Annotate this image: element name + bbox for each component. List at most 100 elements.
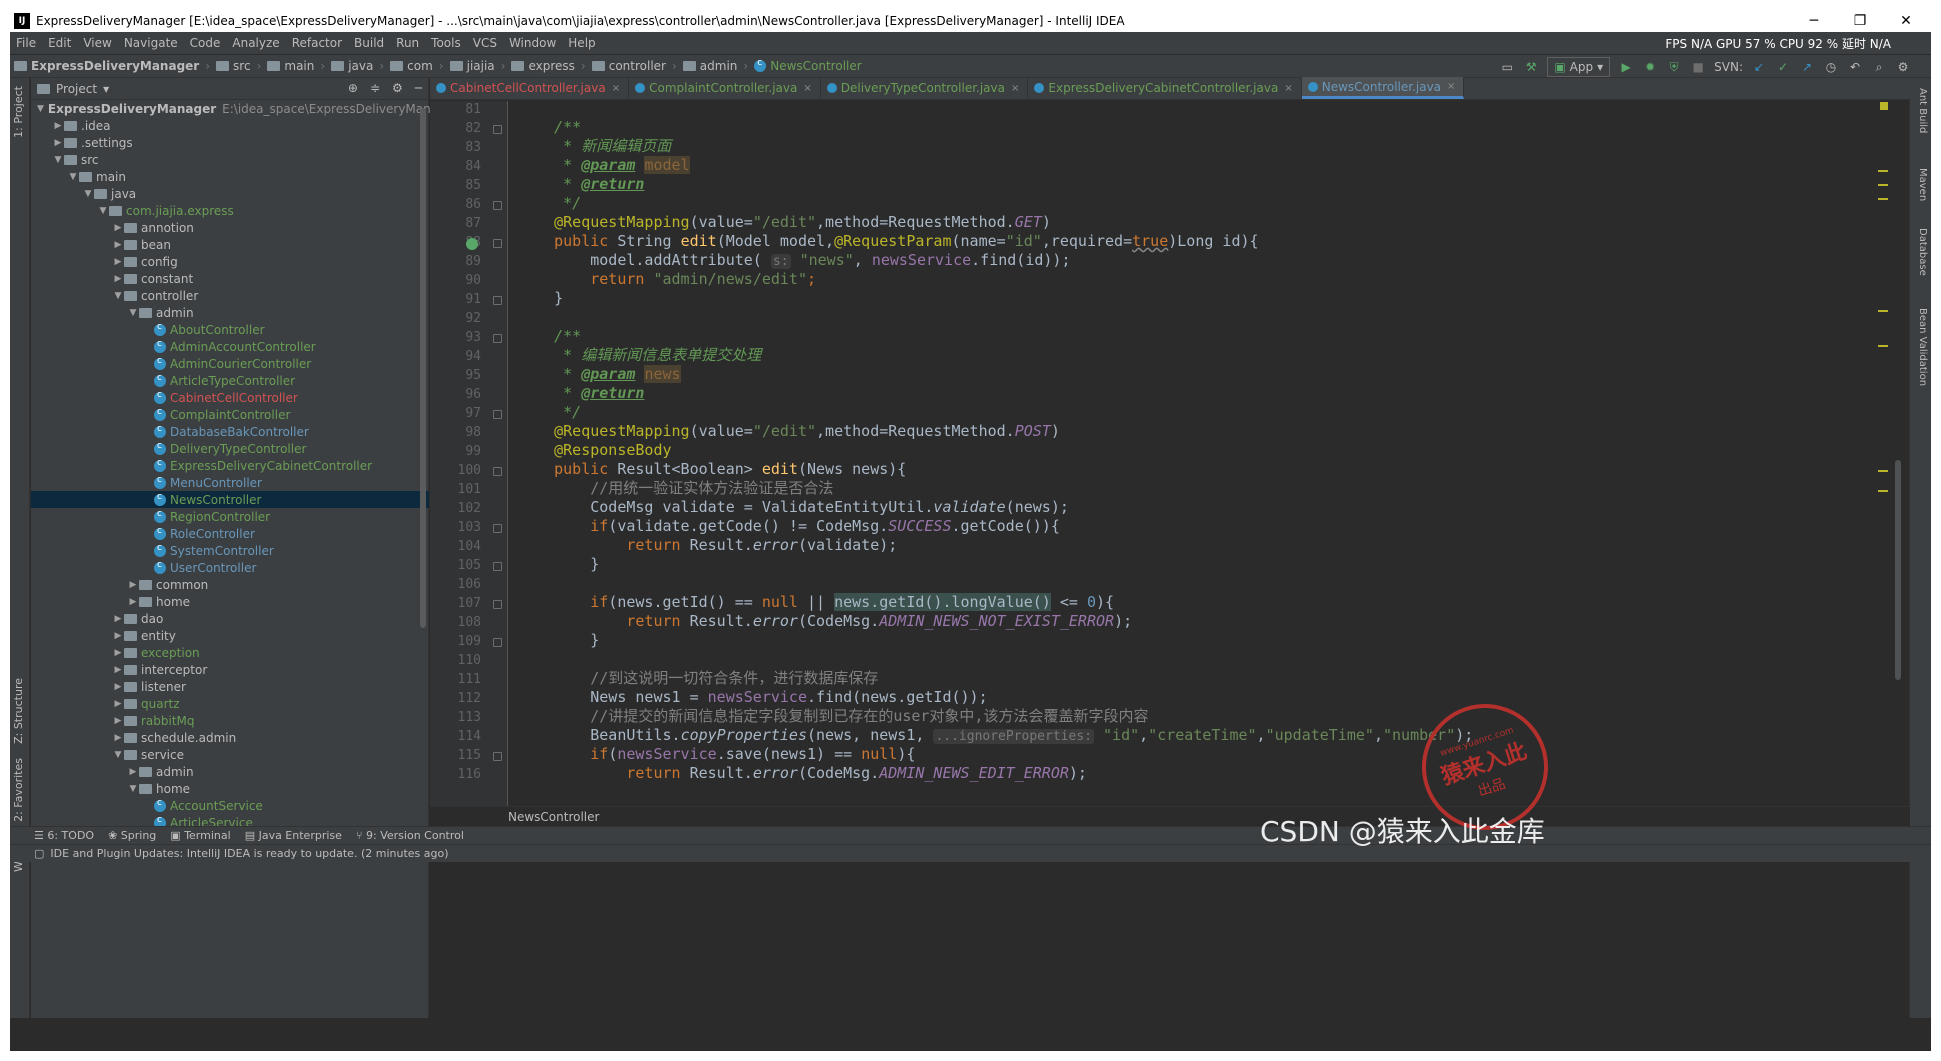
menu-vcs[interactable]: VCS xyxy=(467,36,503,50)
ant-build-tool-tab[interactable]: Ant Build xyxy=(1917,88,1928,133)
line-number[interactable]: 103 xyxy=(458,520,481,535)
tree-item[interactable]: ▶ dao xyxy=(31,610,429,627)
error-stripe-mark[interactable] xyxy=(1878,470,1888,472)
tree-item[interactable]: AdminCourierController xyxy=(31,355,429,372)
error-stripe-mark[interactable] xyxy=(1878,198,1888,200)
close-tab-icon[interactable]: × xyxy=(1284,83,1292,94)
crumb-com[interactable]: com xyxy=(386,59,437,73)
close-tab-icon[interactable]: × xyxy=(803,83,811,94)
chevron-right-icon[interactable]: ▶ xyxy=(127,580,139,590)
menu-code[interactable]: Code xyxy=(184,36,227,50)
tree-item[interactable]: DeliveryTypeController xyxy=(31,440,429,457)
maven-tool-tab[interactable]: Maven xyxy=(1917,168,1928,201)
tree-item[interactable]: ▼ src xyxy=(31,151,429,168)
chevron-down-icon[interactable]: ▼ xyxy=(112,750,124,760)
svn-update-icon[interactable]: ↙ xyxy=(1751,59,1767,75)
line-number[interactable]: 113 xyxy=(458,710,481,725)
project-scrollbar[interactable] xyxy=(420,108,426,628)
line-number[interactable]: 89 xyxy=(465,254,481,269)
chevron-right-icon[interactable]: ▶ xyxy=(52,121,64,131)
locate-icon[interactable]: ⊕ xyxy=(348,81,358,95)
close-button[interactable]: ✕ xyxy=(1883,10,1929,32)
chevron-down-icon[interactable]: ▼ xyxy=(82,189,94,199)
tree-item[interactable]: NewsController xyxy=(31,491,429,508)
line-number[interactable]: 84 xyxy=(465,159,481,174)
maximize-button[interactable]: ❐ xyxy=(1837,10,1883,32)
tree-item[interactable]: ▶ quartz xyxy=(31,695,429,712)
minimize-button[interactable]: ─ xyxy=(1791,10,1837,32)
chevron-down-icon[interactable]: ▼ xyxy=(112,291,124,301)
fold-marker-icon[interactable] xyxy=(493,752,502,761)
line-number[interactable]: 116 xyxy=(458,767,481,782)
editor-tab[interactable]: CabinetCellController.java × xyxy=(430,77,630,99)
run-config-select[interactable]: ▣ App ▾ xyxy=(1547,57,1611,77)
tree-item[interactable]: ▶ annotion xyxy=(31,219,429,236)
menu-window[interactable]: Window xyxy=(503,36,562,50)
menu-help[interactable]: Help xyxy=(562,36,601,50)
line-number[interactable]: 94 xyxy=(465,349,481,364)
chevron-right-icon[interactable]: ▶ xyxy=(112,648,124,658)
error-stripe-mark[interactable] xyxy=(1878,184,1888,186)
menu-build[interactable]: Build xyxy=(348,36,390,50)
chevron-right-icon[interactable]: ▶ xyxy=(112,699,124,709)
hide-icon[interactable]: ─ xyxy=(415,81,422,95)
line-number[interactable]: 90 xyxy=(465,273,481,288)
warning-indicator-icon[interactable] xyxy=(1880,102,1888,110)
line-number[interactable]: 83 xyxy=(465,140,481,155)
line-number[interactable]: 106 xyxy=(458,577,481,592)
line-number[interactable]: 114 xyxy=(458,729,481,744)
line-number[interactable]: 82 xyxy=(465,121,481,136)
tree-item[interactable]: ▼ java xyxy=(31,185,429,202)
menu-tools[interactable]: Tools xyxy=(425,36,467,50)
tree-item[interactable]: ▼ controller xyxy=(31,287,429,304)
debug-icon[interactable]: ✹ xyxy=(1642,59,1658,75)
chevron-right-icon[interactable]: ▶ xyxy=(112,716,124,726)
chevron-right-icon[interactable]: ▶ xyxy=(127,597,139,607)
chevron-right-icon[interactable]: ▶ xyxy=(112,665,124,675)
crumb-main[interactable]: main xyxy=(263,59,318,73)
tree-item[interactable]: ▶ schedule.admin xyxy=(31,729,429,746)
tree-item[interactable]: ▼ service xyxy=(31,746,429,763)
tree-item[interactable]: MenuController xyxy=(31,474,429,491)
line-number[interactable]: 109 xyxy=(458,634,481,649)
line-number[interactable]: 81 xyxy=(465,102,481,117)
tree-item[interactable]: ▼ com.jiajia.express xyxy=(31,202,429,219)
fold-marker-icon[interactable] xyxy=(493,524,502,533)
tree-item[interactable]: ComplaintController xyxy=(31,406,429,423)
tree-item[interactable]: AboutController xyxy=(31,321,429,338)
error-stripe-mark[interactable] xyxy=(1878,310,1888,312)
tree-item[interactable]: ▼ home xyxy=(31,780,429,797)
chevron-right-icon[interactable]: ▶ xyxy=(112,631,124,641)
spring-tool-button[interactable]: ❀ Spring xyxy=(108,829,156,842)
chevron-right-icon[interactable]: ▶ xyxy=(112,257,124,267)
line-number[interactable]: 110 xyxy=(458,653,481,668)
chevron-down-icon[interactable]: ▼ xyxy=(37,104,44,114)
history-icon[interactable]: ◷ xyxy=(1823,59,1839,75)
favorites-tool-tab[interactable]: 2: Favorites xyxy=(12,758,25,822)
fold-marker-icon[interactable] xyxy=(493,600,502,609)
crumb-jiajia[interactable]: jiajia xyxy=(446,59,499,73)
crumb-controller[interactable]: controller xyxy=(588,59,670,73)
tree-item[interactable]: RoleController xyxy=(31,525,429,542)
tree-item[interactable]: ▶ common xyxy=(31,576,429,593)
chevron-down-icon[interactable]: ▼ xyxy=(97,206,109,216)
chevron-down-icon[interactable]: ▾ xyxy=(103,82,109,96)
fold-marker-icon[interactable] xyxy=(493,638,502,647)
chevron-down-icon[interactable]: ▼ xyxy=(127,308,139,318)
fold-marker-icon[interactable] xyxy=(493,410,502,419)
java-enterprise-tool-button[interactable]: ▤ Java Enterprise xyxy=(245,829,342,842)
database-tool-tab[interactable]: Database xyxy=(1917,228,1928,276)
status-message[interactable]: IDE and Plugin Updates: IntelliJ IDEA is… xyxy=(50,847,448,860)
tree-item[interactable]: ArticleTypeController xyxy=(31,372,429,389)
run-icon[interactable]: ▶ xyxy=(1618,59,1634,75)
line-number[interactable]: 98 xyxy=(465,425,481,440)
chevron-right-icon[interactable]: ▶ xyxy=(112,682,124,692)
editor-scrollbar[interactable] xyxy=(1894,130,1902,680)
menu-view[interactable]: View xyxy=(77,36,117,50)
line-number[interactable]: 97 xyxy=(465,406,481,421)
line-number[interactable]: 115 xyxy=(458,748,481,763)
error-stripe-mark[interactable] xyxy=(1878,345,1888,347)
close-tab-icon[interactable]: × xyxy=(612,83,620,94)
chevron-down-icon[interactable]: ▼ xyxy=(127,784,139,794)
line-number[interactable]: 100 xyxy=(458,463,481,478)
